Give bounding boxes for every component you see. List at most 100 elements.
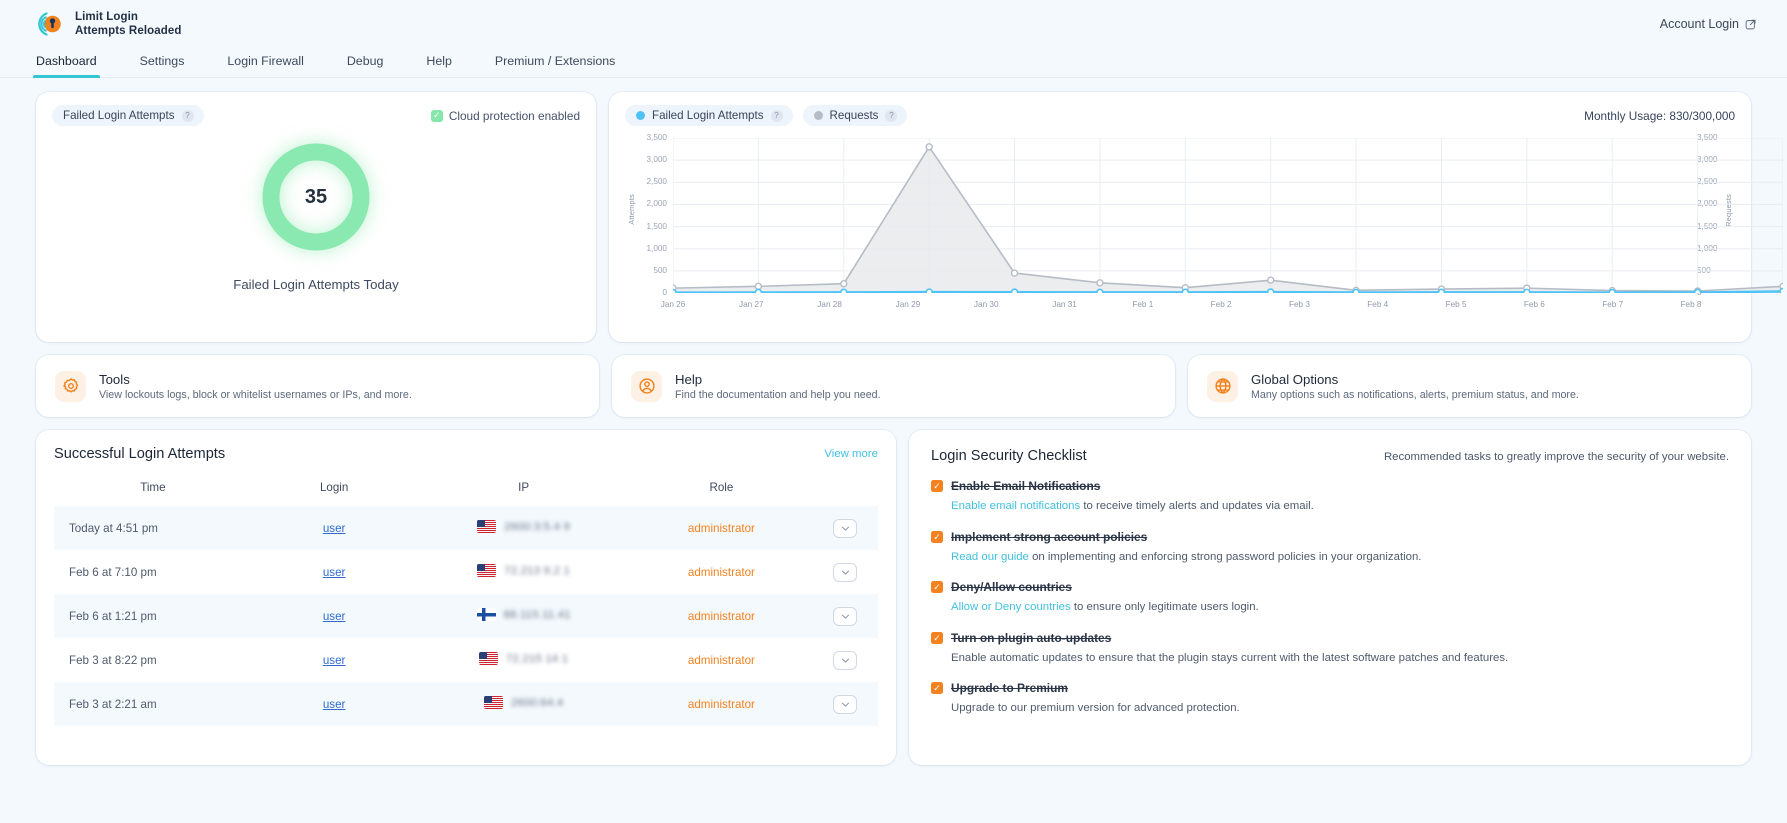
login-user-link[interactable]: user — [323, 566, 346, 579]
tab-settings[interactable]: Settings — [140, 54, 185, 77]
gauge-card-header: Failed Login Attempts ? ✓ Cloud protecti… — [52, 105, 580, 126]
login-security-checklist-card: Login Security Checklist Recommended tas… — [909, 430, 1751, 765]
cell-time: Feb 3 at 2:21 am — [69, 697, 157, 711]
login-user-link[interactable]: user — [323, 654, 346, 667]
global-options-card-title: Global Options — [1251, 371, 1339, 387]
tab-dashboard-label: Dashboard — [36, 54, 97, 68]
chart-series-svg — [673, 138, 1783, 293]
checkbox-checked-icon[interactable]: ✓ — [931, 530, 943, 543]
tab-help[interactable]: Help — [426, 54, 451, 77]
column-header-time: Time — [140, 481, 166, 494]
help-icon[interactable]: ? — [770, 109, 783, 122]
expand-row-button[interactable] — [833, 650, 858, 670]
global-options-card-text: Global Options Many options such as noti… — [1251, 372, 1579, 401]
brand-title: Limit Login Attempts Reloaded — [75, 10, 182, 38]
checklist-item-title: Deny/Allow countries — [951, 580, 1072, 595]
help-card[interactable]: Help Find the documentation and help you… — [612, 355, 1175, 417]
help-icon[interactable]: ? — [885, 109, 898, 122]
checklist-item-row: ✓ Turn on plugin auto-updates — [931, 631, 1729, 645]
legend-failed-login-attempts[interactable]: Failed Login Attempts ? — [625, 105, 793, 126]
checklist-item: ✓ Enable Email Notifications Enable emai… — [931, 479, 1729, 515]
checklist-item-title: Enable Email Notifications — [951, 479, 1101, 493]
failed-login-attempts-chip[interactable]: Failed Login Attempts ? — [52, 105, 204, 126]
cell-ip: 88.115.11.41 — [417, 594, 631, 638]
tab-login-firewall[interactable]: Login Firewall — [227, 54, 303, 77]
checklist-item-title: Turn on plugin auto-updates — [951, 630, 1112, 645]
login-user-link[interactable]: user — [323, 522, 346, 535]
global-options-card[interactable]: Global Options Many options such as noti… — [1188, 355, 1751, 417]
cell-expand — [812, 594, 878, 638]
expand-row-button[interactable] — [833, 694, 858, 714]
checklist-item-link[interactable]: Allow or Deny countries — [951, 601, 1071, 613]
checklist-item-row: ✓ Implement strong account policies — [931, 530, 1729, 544]
x-axis-tick: Feb 2 — [1210, 300, 1232, 309]
chevron-down-icon — [841, 658, 849, 663]
table-row: Feb 3 at 2:21 am user 2600:64.4 administr… — [54, 682, 878, 726]
cell-login: user — [252, 682, 417, 726]
x-axis-tick: Jan 29 — [895, 300, 921, 309]
expand-row-button[interactable] — [833, 518, 858, 538]
checkbox-checked-icon[interactable]: ✓ — [931, 631, 943, 644]
brand-line-2: Attempts Reloaded — [75, 25, 182, 37]
y-axis-tick-left: 2,000 — [646, 199, 668, 209]
cell-time: Today at 4:51 pm — [69, 521, 158, 535]
y-axis-tick-left: 3,000 — [646, 155, 668, 165]
checklist-subtitle: Recommended tasks to greatly improve the… — [1383, 451, 1729, 463]
ip-address-value: 88.115.11.41 — [503, 608, 571, 621]
cell-role: administrator — [687, 697, 755, 711]
user-circle-icon — [631, 370, 662, 402]
chart-plot-area: Attempts Requests 0 500 1,000 1,500 2,000 2,5… — [625, 132, 1735, 324]
cloud-protection-label: Cloud protection enabled — [448, 108, 580, 123]
view-more-link[interactable]: View more — [824, 448, 878, 460]
plugin-logo-icon — [38, 12, 61, 36]
checklist-item: ✓ Deny/Allow countries Allow or Deny cou… — [931, 580, 1729, 616]
checklist-item-link[interactable]: Enable email notifications — [951, 500, 1080, 512]
cell-ip: 72.213 9.2 1 — [417, 550, 631, 594]
cell-login: user — [252, 550, 417, 594]
expand-row-button[interactable] — [833, 606, 858, 626]
x-axis-tick: Feb 3 — [1288, 300, 1310, 309]
checklist-item-description: Allow or Deny countries to ensure only l… — [951, 601, 1259, 614]
cell-expand — [812, 638, 878, 682]
cell-ip: 2600:3:5.4 9 — [417, 506, 631, 550]
login-user-link[interactable]: user — [323, 610, 346, 623]
checklist-item-link[interactable]: Read our guide — [951, 551, 1029, 563]
x-axis-tick: Feb 4 — [1367, 300, 1389, 309]
x-axis-tick: Jan 26 — [660, 300, 686, 309]
tab-debug[interactable]: Debug — [347, 54, 384, 77]
column-header-ip: IP — [518, 481, 530, 494]
help-card-subtitle: Find the documentation and help you need… — [675, 388, 881, 401]
tab-dashboard[interactable]: Dashboard — [33, 54, 100, 78]
failed-attempts-value: 35 — [304, 185, 328, 208]
table-row: Feb 6 at 1:21 pm user 88.115.11.41 admini… — [54, 594, 878, 638]
checklist-item-description: Read our guide on implementing and enfor… — [951, 550, 1422, 563]
checklist-item-description: Upgrade to our premium version for advan… — [951, 702, 1240, 715]
y-axis-tick-left: 500 — [653, 265, 667, 275]
checkbox-checked-icon[interactable]: ✓ — [931, 682, 943, 695]
details-row: Successful Login Attempts View more Time… — [36, 430, 1751, 765]
y-axis-tick-left: 2,500 — [646, 177, 668, 187]
tools-card[interactable]: Tools View lockouts logs, block or white… — [36, 355, 599, 417]
tab-premium-extensions[interactable]: Premium / Extensions — [495, 54, 616, 77]
tools-card-subtitle: View lockouts logs, block or whitelist u… — [99, 388, 412, 401]
tools-card-title: Tools — [99, 371, 130, 387]
checkbox-checked-icon[interactable]: ✓ — [931, 480, 943, 492]
flag-us-icon — [478, 652, 498, 665]
help-icon[interactable]: ? — [181, 109, 194, 122]
chevron-down-icon — [841, 526, 849, 531]
cell-role: administrator — [687, 565, 755, 579]
cell-login: user — [252, 506, 417, 550]
account-login-link[interactable]: Account Login — [1660, 17, 1757, 31]
cell-role: administrator — [687, 653, 755, 667]
page-content: Failed Login Attempts ? ✓ Cloud protecti… — [0, 78, 1787, 765]
login-user-link[interactable]: user — [323, 698, 346, 711]
legend-requests[interactable]: Requests ? — [802, 105, 908, 126]
expand-row-button[interactable] — [833, 562, 858, 582]
brand-logo: Limit Login Attempts Reloaded — [36, 9, 182, 39]
global-options-card-subtitle: Many options such as notifications, aler… — [1251, 388, 1579, 401]
x-axis-tick: Feb 8 — [1680, 300, 1702, 309]
checkbox-checked-icon[interactable]: ✓ — [931, 581, 943, 594]
x-axis-tick: Feb 1 — [1132, 300, 1154, 309]
x-axis-tick: Jan 27 — [739, 300, 764, 309]
tools-card-text: Tools View lockouts logs, block or white… — [99, 372, 412, 401]
